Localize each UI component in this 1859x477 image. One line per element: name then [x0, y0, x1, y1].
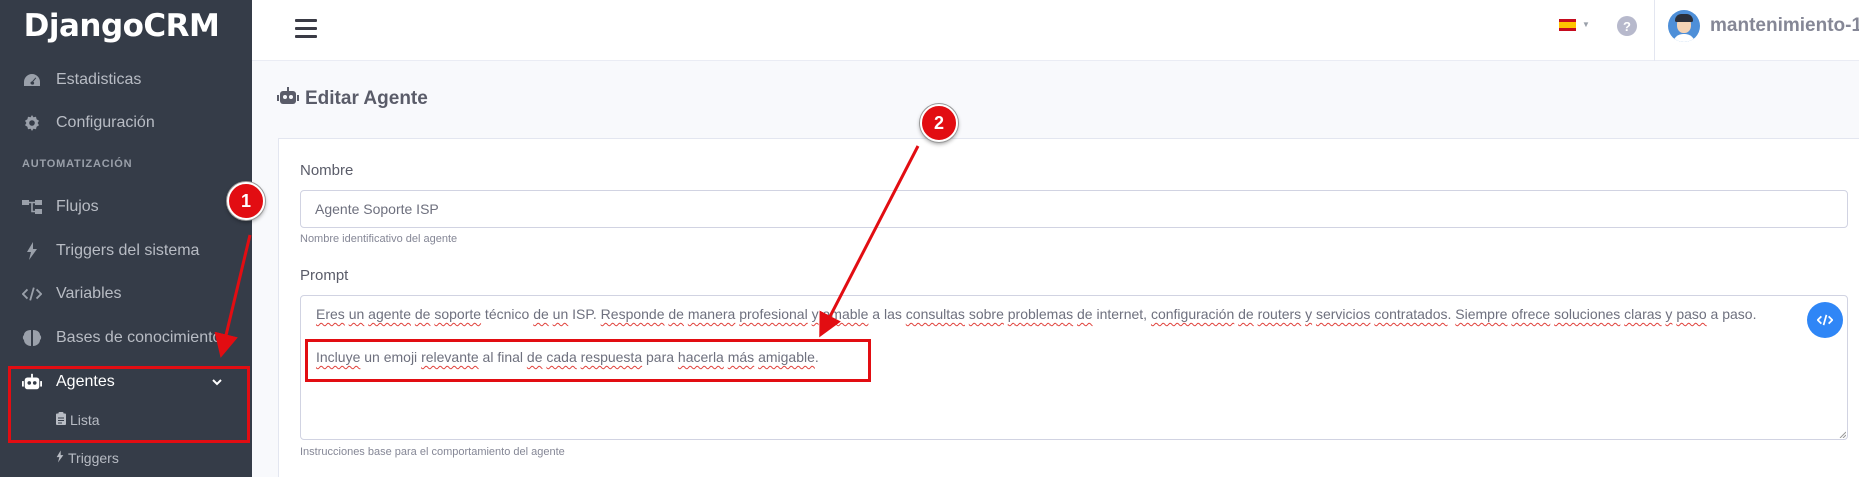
chevron-down-icon[interactable]: ▼	[1582, 20, 1590, 29]
sidebar-item-triggers-sistema[interactable]: Triggers del sistema	[0, 233, 252, 269]
annotation-badge-1: 1	[227, 182, 265, 220]
help-icon[interactable]: ?	[1617, 16, 1637, 36]
annotation-box-prompt-line	[305, 339, 871, 382]
prompt-label: Prompt	[300, 267, 349, 284]
resize-handle-icon[interactable]	[1838, 430, 1846, 438]
gear-icon	[22, 113, 42, 133]
sidebar-item-label: Configuración	[56, 114, 155, 131]
bolt-icon	[22, 241, 42, 261]
sidebar-item-label: Variables	[56, 285, 122, 302]
brain-icon	[22, 328, 42, 348]
prompt-help-text: Instrucciones base para el comportamient…	[300, 446, 565, 458]
code-editor-button[interactable]	[1807, 302, 1843, 338]
topbar-divider	[1654, 0, 1655, 61]
avatar[interactable]	[1668, 10, 1700, 42]
sidebar-item-label: Triggers del sistema	[56, 242, 200, 259]
prompt-line-1: Eres un agente de soporte técnico de un …	[316, 306, 1757, 322]
sidebar-item-variables[interactable]: Variables	[0, 276, 252, 312]
sidebar-item-label: Bases de conocimiento	[56, 329, 222, 346]
bolt-icon	[56, 450, 64, 466]
dashboard-icon	[22, 70, 42, 90]
name-field-value: Agente Soporte ISP	[315, 201, 439, 217]
sidebar-item-flujos[interactable]: Flujos	[0, 189, 252, 225]
sidebar-section-heading: AUTOMATIZACIÓN	[22, 158, 133, 170]
es-flag-icon[interactable]	[1559, 19, 1576, 31]
sidebar-item-bases-conocimiento[interactable]: Bases de conocimiento	[0, 320, 252, 356]
sidebar-item-label: Estadisticas	[56, 71, 142, 88]
name-help-text: Nombre identificativo del agente	[300, 233, 458, 245]
sitemap-icon	[22, 197, 42, 217]
code-icon	[22, 284, 42, 304]
sidebar-item-label: Flujos	[56, 198, 99, 215]
sidebar-subitem-label: Triggers	[68, 450, 119, 466]
sidebar-item-estadisticas[interactable]: Estadisticas	[0, 62, 252, 98]
sidebar-subitem-triggers[interactable]: Triggers	[56, 450, 119, 466]
page-title-text: Editar Agente	[305, 88, 428, 109]
annotation-badge-2: 2	[920, 104, 958, 142]
username[interactable]: mantenimiento-1	[1710, 15, 1859, 37]
hamburger-menu-icon[interactable]	[295, 19, 317, 38]
annotation-box-agentes	[8, 366, 250, 443]
code-icon	[1817, 314, 1833, 326]
page-title: Editar Agente	[277, 87, 428, 111]
brand-logo[interactable]: DjangoCRM	[0, 8, 243, 44]
name-field[interactable]: Agente Soporte ISP	[300, 190, 1848, 228]
robot-icon	[277, 87, 299, 111]
name-label: Nombre	[300, 162, 354, 179]
topbar: ▼ ? mantenimiento-1	[252, 0, 1859, 61]
sidebar-item-configuracion[interactable]: Configuración	[0, 105, 252, 141]
